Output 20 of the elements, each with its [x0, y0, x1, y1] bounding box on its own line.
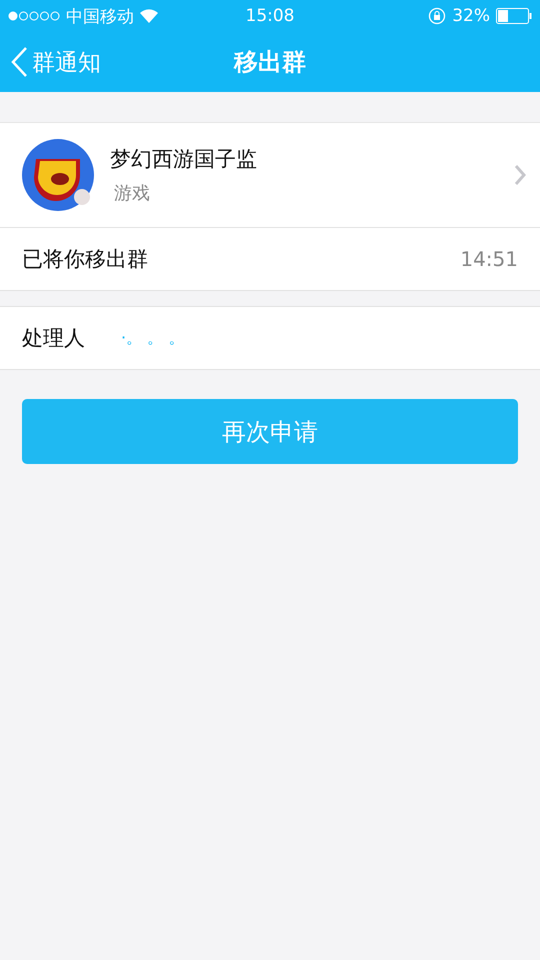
- battery-percent: 32%: [452, 6, 490, 26]
- signal-icon: [8, 11, 60, 21]
- page-title: 移出群: [234, 47, 306, 78]
- handler-label: 处理人: [22, 325, 85, 352]
- rotation-lock-icon: [428, 7, 446, 25]
- carrier-name: 中国移动: [66, 6, 134, 28]
- chevron-right-icon: [514, 164, 526, 186]
- group-card[interactable]: 梦幻西游国子监 游戏: [0, 122, 540, 227]
- wifi-icon: [140, 9, 158, 23]
- reapply-button[interactable]: 再次申请: [22, 399, 518, 464]
- group-name: 梦幻西游国子监: [110, 146, 258, 173]
- back-chevron-icon: [10, 46, 28, 78]
- notice-time: 14:51: [460, 247, 518, 271]
- group-avatar-icon: [22, 139, 94, 211]
- battery-icon: [496, 8, 532, 24]
- handler-name[interactable]: ·。 。 。: [121, 328, 184, 348]
- back-button[interactable]: 群通知: [0, 46, 111, 78]
- notice-message: 已将你移出群: [22, 246, 149, 273]
- group-category: 游戏: [114, 182, 151, 205]
- status-time: 15:08: [246, 6, 294, 26]
